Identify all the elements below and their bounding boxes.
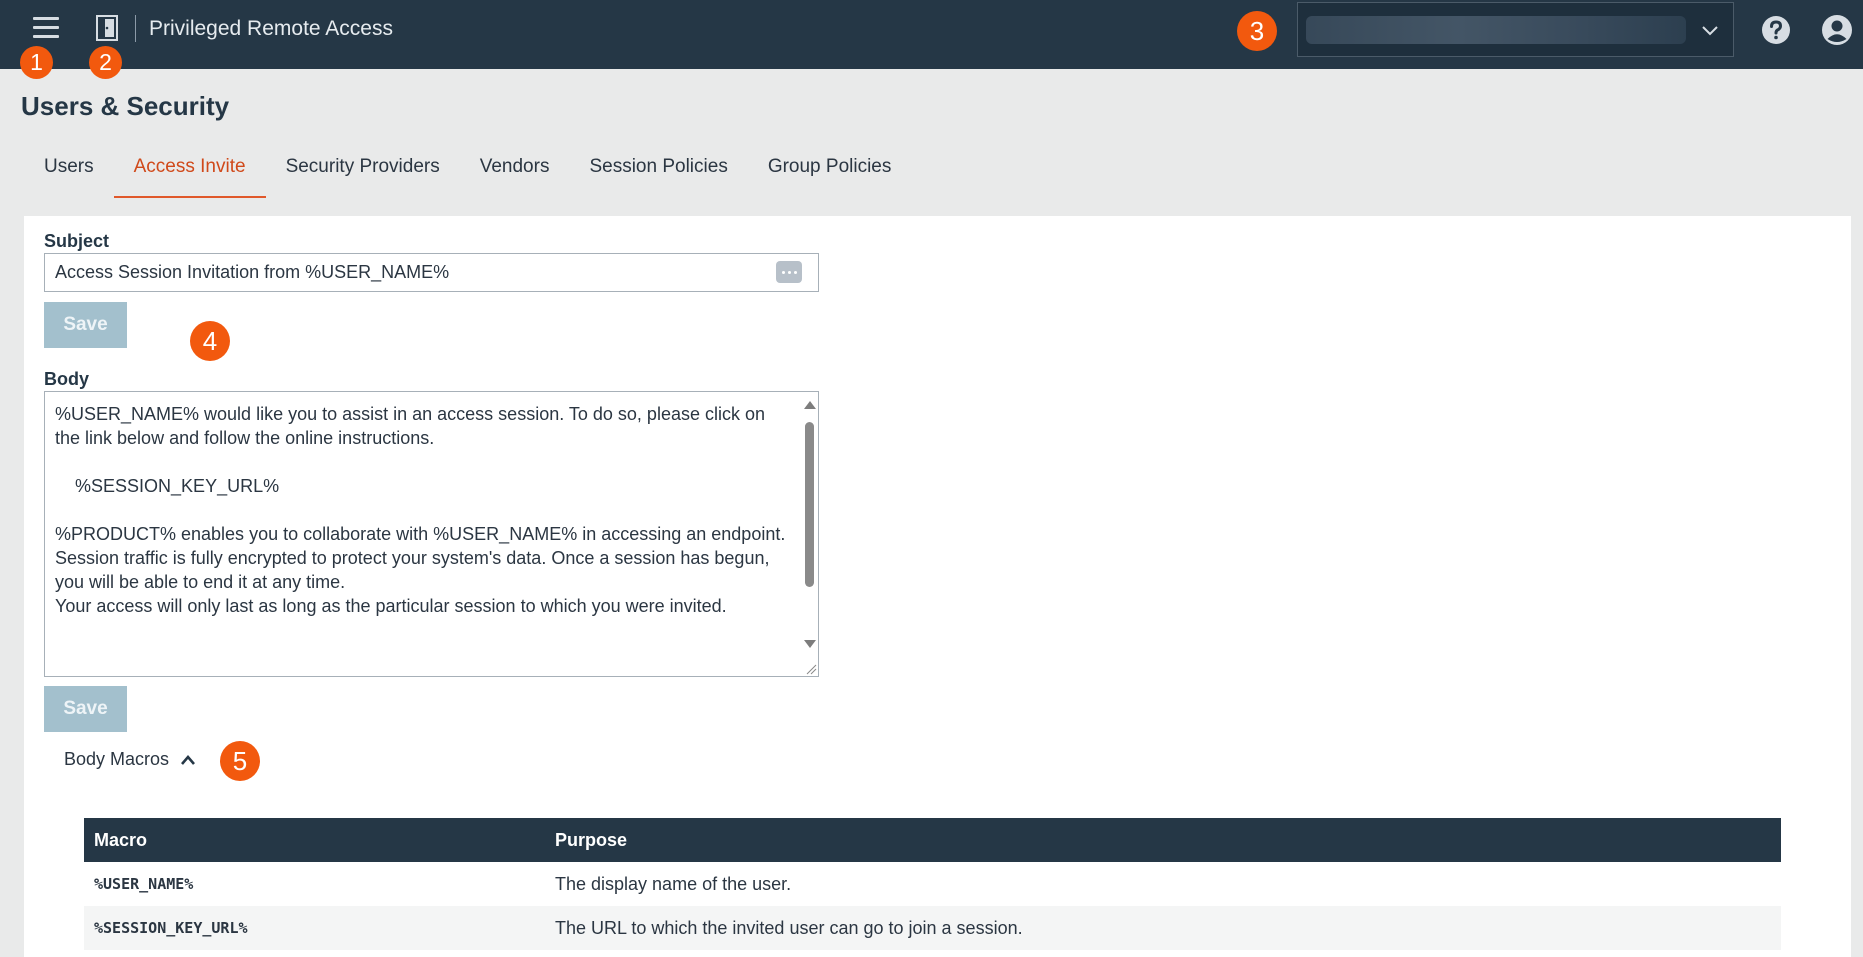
body-textarea[interactable]: %USER_NAME% would like you to assist in … xyxy=(44,391,819,677)
subject-label: Subject xyxy=(44,231,110,251)
column-header-macro: Macro xyxy=(84,818,545,862)
chevron-down-icon xyxy=(1702,26,1718,36)
table-row: %SESSION_KEY_URL% The URL to which the i… xyxy=(84,906,1781,950)
purpose-cell: The URL to which the invited user can go… xyxy=(545,906,1781,950)
chevron-up-icon[interactable] xyxy=(179,753,197,767)
body-label: Body xyxy=(44,369,89,389)
save-subject-button[interactable]: Save xyxy=(44,302,127,348)
resize-grip-icon[interactable] xyxy=(803,661,817,675)
body-macros-table: Macro Purpose %USER_NAME% The display na… xyxy=(84,818,1781,950)
macro-cell: %SESSION_KEY_URL% xyxy=(84,906,545,950)
table-row: %USER_NAME% The display name of the user… xyxy=(84,862,1781,906)
title-separator xyxy=(135,15,136,42)
save-body-button[interactable]: Save xyxy=(44,686,127,732)
callout-badge-4: 4 xyxy=(190,321,230,361)
tab-access-invite[interactable]: Access Invite xyxy=(113,144,266,198)
tab-group-policies[interactable]: Group Policies xyxy=(748,144,912,198)
site-selector-dropdown[interactable] xyxy=(1297,2,1734,57)
scroll-up-arrow-icon[interactable] xyxy=(804,401,816,409)
purpose-cell: The display name of the user. xyxy=(555,873,792,894)
callout-badge-1: 1 xyxy=(20,46,53,79)
site-selector-value xyxy=(1306,16,1686,44)
callout-badge-3: 3 xyxy=(1237,11,1277,51)
column-header-purpose: Purpose xyxy=(545,818,1781,862)
tab-session-policies[interactable]: Session Policies xyxy=(569,144,747,198)
subject-input[interactable] xyxy=(44,253,819,292)
callout-badge-5: 5 xyxy=(220,741,260,781)
table-header-row: Macro Purpose xyxy=(84,818,1781,862)
tab-security-providers[interactable]: Security Providers xyxy=(266,144,460,198)
macro-cell: %USER_NAME% xyxy=(94,875,194,893)
body-macros-toggle[interactable]: Body Macros xyxy=(64,749,169,770)
tab-bar: Users Access Invite Security Providers V… xyxy=(24,144,911,198)
macro-insert-icon[interactable] xyxy=(776,261,802,283)
app-title: Privileged Remote Access xyxy=(149,17,393,40)
user-account-icon[interactable] xyxy=(1821,14,1853,46)
tab-vendors[interactable]: Vendors xyxy=(460,144,570,198)
page-title: Users & Security xyxy=(21,91,230,121)
top-bar: Privileged Remote Access xyxy=(0,0,1863,69)
body-text: %USER_NAME% would like you to assist in … xyxy=(55,404,786,616)
hamburger-menu-icon[interactable] xyxy=(33,17,59,39)
door-icon[interactable] xyxy=(96,15,118,41)
scroll-thumb[interactable] xyxy=(805,422,814,587)
tab-users[interactable]: Users xyxy=(24,144,114,198)
callout-badge-2: 2 xyxy=(89,46,122,79)
scroll-down-arrow-icon[interactable] xyxy=(804,640,816,648)
body-scrollbar[interactable] xyxy=(802,394,816,674)
help-icon[interactable] xyxy=(1761,15,1791,45)
